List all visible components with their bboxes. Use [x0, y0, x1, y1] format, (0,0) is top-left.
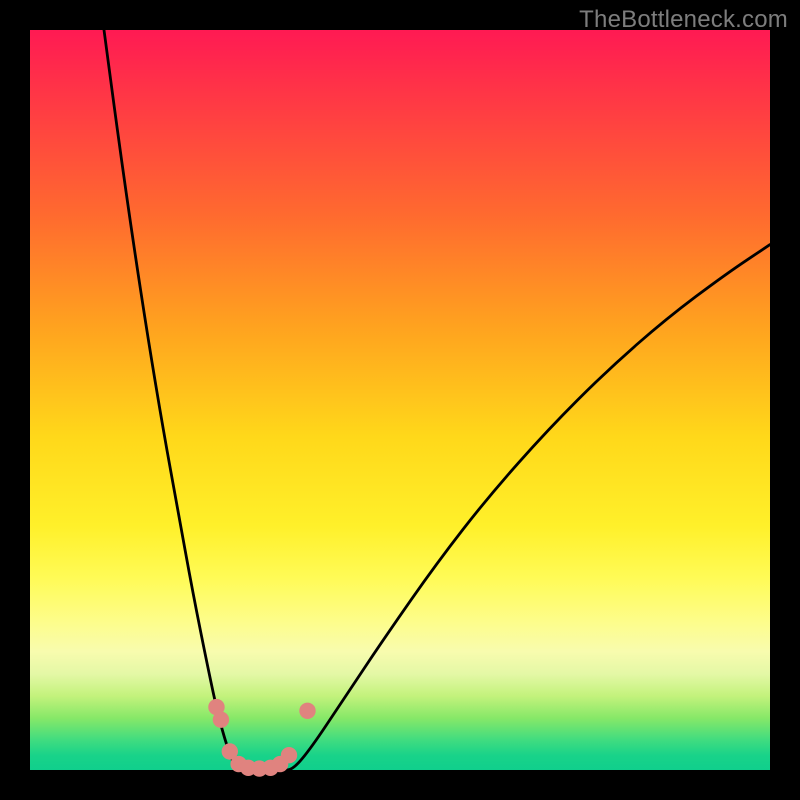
valley-marker [299, 703, 315, 719]
curve-layer [30, 30, 770, 770]
valley-marker [213, 711, 229, 727]
watermark-text: TheBottleneck.com [579, 6, 788, 34]
chart-frame: TheBottleneck.com [0, 0, 800, 800]
plot-area [30, 30, 770, 770]
bottleneck-curve [104, 30, 770, 770]
valley-marker [281, 747, 297, 763]
